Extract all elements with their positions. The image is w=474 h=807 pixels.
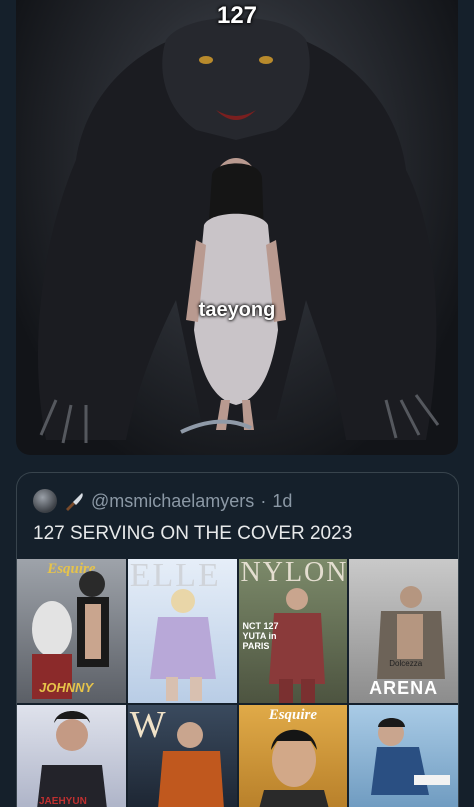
- magazine-cover-5[interactable]: JAEHYUN: [17, 705, 126, 807]
- tweet-media-image[interactable]: 127 taeyong: [16, 0, 458, 455]
- meme-caption-top: 127: [216, 2, 258, 29]
- meme-caption-middle: taeyong: [198, 299, 276, 321]
- cover-small-text: Dolcezza: [389, 659, 423, 668]
- avatar-icon[interactable]: [33, 489, 57, 513]
- magazine-cover-1[interactable]: Esquire JOHNNY: [17, 559, 126, 703]
- quoted-tweet-time[interactable]: 1d: [272, 491, 292, 512]
- cover-label: JOHNNY: [39, 680, 94, 695]
- separator-dot: ·: [260, 490, 267, 511]
- magazine-cover-3[interactable]: NYLON NCT 127 YUTA in PARIS: [238, 559, 348, 703]
- cover-label: ARENA: [369, 678, 439, 698]
- quoted-tweet-card[interactable]: @msmichaelamyers · 1d 127 SERVING ON THE…: [16, 472, 459, 807]
- quoted-tweet-text: 127 SERVING ON THE COVER 2023: [33, 523, 353, 544]
- magazine-cover-4[interactable]: Dolcezza ARENA: [349, 559, 458, 703]
- magazine-cover-7[interactable]: Esquire: [238, 705, 348, 807]
- cover-label: NCT 127 YUTA in PARIS: [242, 621, 279, 651]
- cover-model-figure: [371, 718, 451, 795]
- knife-icon: [66, 493, 83, 511]
- magazine-cover-grid: Esquire JOHNNY ELLE NYLON NCT 127 YUTA i…: [17, 559, 458, 807]
- quoted-tweet-header: @msmichaelamyers · 1d: [33, 488, 292, 514]
- cover-label: JAEHYUN: [39, 796, 87, 807]
- magazine-cover-8[interactable]: [349, 705, 458, 807]
- cover-model-figure: [259, 729, 328, 807]
- quoted-tweet-handle[interactable]: @msmichaelamyers: [91, 491, 254, 512]
- cover-model-figure: [157, 722, 224, 807]
- werewolf-meme-image: [37, 17, 440, 444]
- cover-model-figure: [37, 711, 107, 807]
- magazine-cover-2[interactable]: ELLE: [127, 559, 237, 703]
- cover-model-figure: [149, 589, 216, 701]
- magazine-cover-6[interactable]: W: [127, 705, 237, 807]
